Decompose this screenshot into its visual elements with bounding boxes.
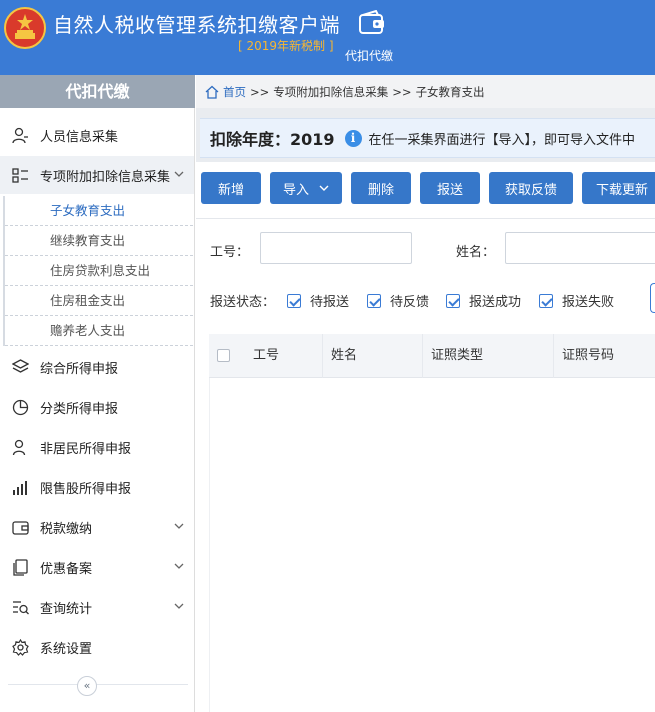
sidebar-item-special-deduction[interactable]: 专项附加扣除信息采集 bbox=[0, 156, 194, 194]
chevron-down-icon bbox=[319, 185, 329, 191]
deduction-year: 扣除年度：2019 bbox=[210, 130, 335, 149]
name-input[interactable] bbox=[505, 232, 655, 264]
notice-bar: 扣除年度：2019 i 在任一采集界面进行【导入】，即可导入文件中 bbox=[200, 118, 655, 158]
wallet-icon[interactable] bbox=[358, 10, 386, 36]
column-header-id-type[interactable]: 证照类型 bbox=[423, 334, 554, 378]
status-option-label: 待反馈 bbox=[390, 295, 430, 310]
breadcrumb-current: 子女教育支出 bbox=[415, 84, 485, 99]
import-button-label: 导入 bbox=[282, 182, 309, 198]
column-header-id-number[interactable]: 证照号码 bbox=[554, 334, 655, 378]
sub-item-elderly-support[interactable]: 赡养老人支出 bbox=[5, 316, 193, 346]
sidebar-item-label: 税款缴纳 bbox=[40, 521, 93, 537]
home-icon[interactable] bbox=[205, 85, 219, 99]
submit-button[interactable]: 报送 bbox=[420, 172, 480, 204]
user-icon bbox=[12, 439, 26, 455]
sidebar-item-label: 系统设置 bbox=[40, 641, 93, 657]
sidebar-item-label: 分类所得申报 bbox=[40, 401, 119, 417]
bar-chart-icon bbox=[13, 480, 27, 495]
chevron-down-icon bbox=[174, 603, 184, 609]
notice-tip: 在任一采集界面进行【导入】，即可导入文件中 bbox=[368, 132, 636, 148]
app-header: 自然人税收管理系统扣缴客户端 [ 2019年新税制 ] 代扣代缴 bbox=[0, 0, 655, 75]
status-success-checkbox[interactable]: 报送成功 bbox=[446, 291, 521, 310]
delete-button[interactable]: 删除 bbox=[351, 172, 411, 204]
sidebar-item-nonresident[interactable]: 非居民所得申报 bbox=[0, 428, 194, 466]
sidebar-item-tax-payment[interactable]: 税款缴纳 bbox=[0, 508, 194, 546]
import-button[interactable]: 导入 bbox=[270, 172, 342, 204]
module-label[interactable]: 代扣代缴 bbox=[345, 47, 393, 64]
work-panel: 新增 导入 删除 报送 获取反馈 下载更新 工号： 姓名： 报送状态： 待报送 … bbox=[196, 162, 655, 712]
sidebar-item-label: 综合所得申报 bbox=[40, 361, 119, 377]
chevron-down-icon bbox=[174, 523, 184, 529]
download-update-button[interactable]: 下载更新 bbox=[582, 172, 655, 204]
sidebar-item-label: 优惠备案 bbox=[40, 561, 93, 577]
sidebar-item-settings[interactable]: 系统设置 bbox=[0, 628, 194, 666]
list-icon bbox=[12, 167, 28, 183]
app-subtitle: [ 2019年新税制 ] bbox=[238, 39, 334, 53]
sidebar-item-preferential[interactable]: 优惠备案 bbox=[0, 548, 194, 586]
status-awaiting-feedback-checkbox[interactable]: 待反馈 bbox=[367, 291, 429, 310]
sidebar: 人员信息采集 专项附加扣除信息采集 子女教育支出 继续教育支出 住房贷款利息支出… bbox=[0, 108, 195, 712]
info-icon: i bbox=[344, 129, 362, 147]
chevron-down-icon bbox=[174, 171, 184, 177]
status-option-label: 待报送 bbox=[310, 295, 350, 310]
table-body bbox=[209, 378, 655, 712]
breadcrumb-separator: >> bbox=[250, 84, 270, 99]
document-icon bbox=[13, 558, 28, 576]
breadcrumb-home[interactable]: 首页 bbox=[223, 84, 246, 100]
column-header-id[interactable]: 工号 bbox=[243, 334, 323, 378]
checkbox-checked-icon bbox=[367, 293, 381, 308]
app-title: 自然人税收管理系统扣缴客户端 bbox=[53, 13, 340, 37]
sidebar-item-query[interactable]: 查询统计 bbox=[0, 588, 194, 626]
sub-item-housing-loan[interactable]: 住房贷款利息支出 bbox=[5, 256, 193, 286]
divider bbox=[8, 684, 188, 685]
sidebar-item-person-info[interactable]: 人员信息采集 bbox=[0, 116, 194, 154]
breadcrumb: 首页 >> 专项附加扣除信息采集 >> 子女教育支出 bbox=[196, 75, 655, 108]
status-failed-checkbox[interactable]: 报送失败 bbox=[539, 291, 614, 310]
gear-icon bbox=[12, 638, 29, 656]
add-button[interactable]: 新增 bbox=[201, 172, 261, 204]
status-option-label: 报送成功 bbox=[469, 295, 522, 310]
wallet-icon bbox=[12, 520, 29, 535]
status-label: 报送状态： bbox=[210, 295, 276, 310]
query-icon bbox=[13, 600, 29, 614]
layers-icon bbox=[12, 358, 29, 373]
sub-menu: 子女教育支出 继续教育支出 住房贷款利息支出 住房租金支出 赡养老人支出 bbox=[3, 196, 193, 346]
pie-chart-icon bbox=[12, 399, 29, 415]
sub-item-continuing-education[interactable]: 继续教育支出 bbox=[5, 226, 193, 256]
get-feedback-button[interactable]: 获取反馈 bbox=[489, 172, 573, 204]
checkbox-checked-icon bbox=[287, 293, 301, 308]
name-label: 姓名： bbox=[456, 245, 496, 260]
employee-id-input[interactable] bbox=[260, 232, 412, 264]
query-button[interactable] bbox=[650, 283, 655, 313]
checkbox-checked-icon bbox=[446, 293, 460, 308]
employee-id-label: 工号： bbox=[210, 245, 250, 260]
column-header-name[interactable]: 姓名 bbox=[323, 334, 423, 378]
sidebar-item-label: 非居民所得申报 bbox=[40, 441, 132, 457]
sidebar-item-label: 专项附加扣除信息采集 bbox=[40, 169, 171, 185]
checkbox-checked-icon bbox=[539, 293, 553, 308]
sidebar-item-comprehensive[interactable]: 综合所得申报 bbox=[0, 348, 194, 386]
national-emblem-icon bbox=[4, 7, 46, 49]
breadcrumb-separator: >> bbox=[392, 84, 412, 99]
sidebar-item-label: 人员信息采集 bbox=[40, 129, 119, 145]
person-icon bbox=[12, 127, 28, 143]
sub-item-housing-rent[interactable]: 住房租金支出 bbox=[5, 286, 193, 316]
table-header: 工号 姓名 证照类型 证照号码 bbox=[209, 334, 655, 378]
sidebar-item-restricted-stock[interactable]: 限售股所得申报 bbox=[0, 468, 194, 506]
select-all-checkbox[interactable] bbox=[217, 349, 230, 362]
sidebar-item-label: 查询统计 bbox=[40, 601, 93, 617]
status-option-label: 报送失败 bbox=[562, 295, 615, 310]
status-pending-checkbox[interactable]: 待报送 bbox=[287, 291, 349, 310]
sidebar-title: 代扣代缴 bbox=[0, 75, 195, 108]
sidebar-item-classified[interactable]: 分类所得申报 bbox=[0, 388, 194, 426]
sidebar-item-label: 限售股所得申报 bbox=[40, 481, 132, 497]
sub-item-child-education[interactable]: 子女教育支出 bbox=[5, 196, 193, 226]
chevron-down-icon bbox=[174, 563, 184, 569]
main-content: 扣除年度：2019 i 在任一采集界面进行【导入】，即可导入文件中 新增 导入 … bbox=[196, 108, 655, 712]
divider bbox=[196, 218, 655, 219]
collapse-sidebar-button[interactable]: « bbox=[77, 676, 97, 696]
breadcrumb-level1[interactable]: 专项附加扣除信息采集 bbox=[273, 84, 388, 100]
